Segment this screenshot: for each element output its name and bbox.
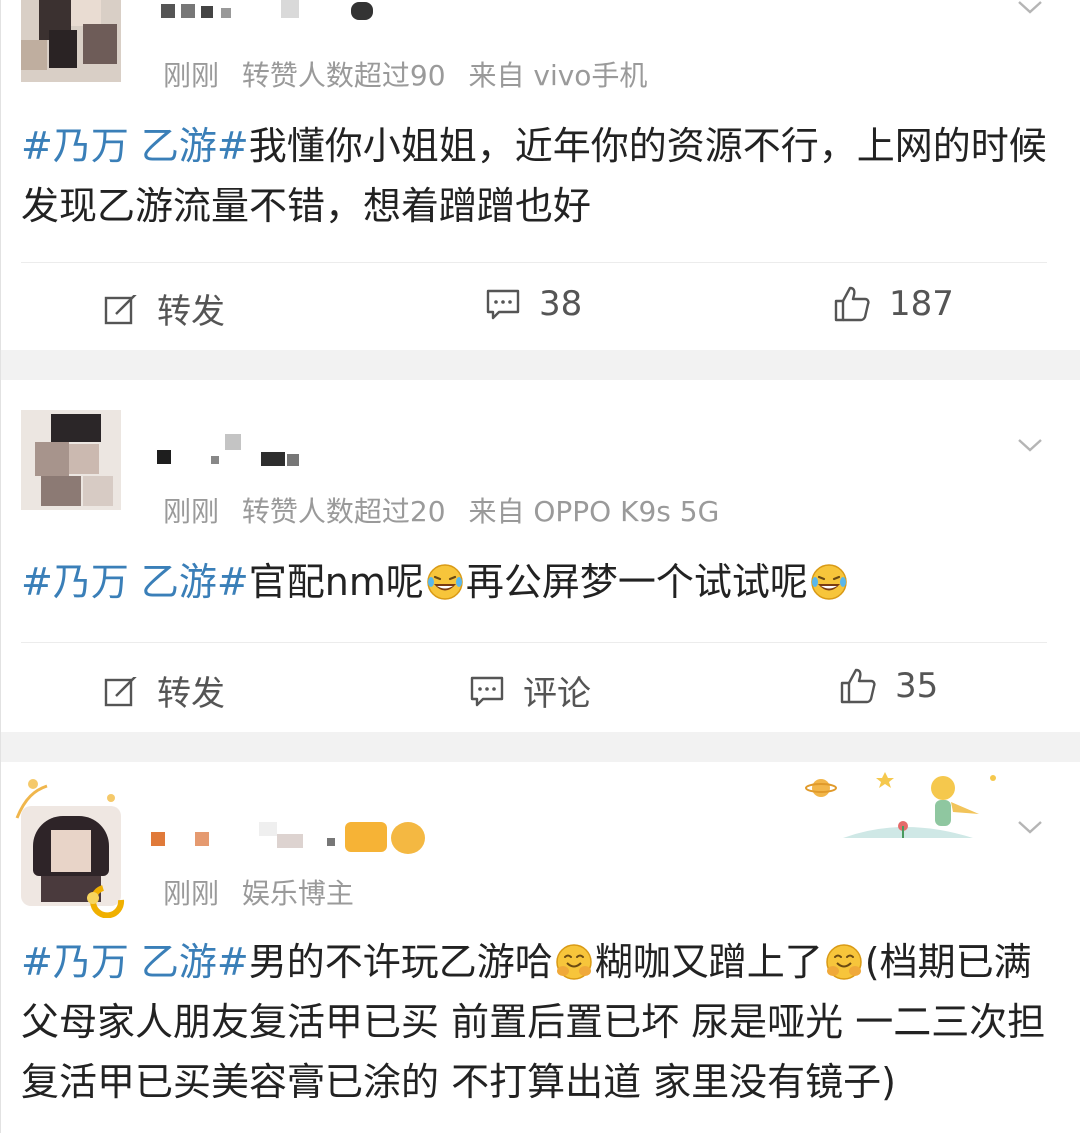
post-tag: 转赞人数超过90: [241, 59, 446, 92]
like-icon: [834, 286, 870, 322]
like-button[interactable]: 187: [833, 284, 954, 324]
repost-label: 转发: [157, 292, 225, 332]
post-time: 刚刚: [163, 59, 220, 92]
hugging-emoji: [826, 944, 862, 980]
hugging-emoji: [556, 944, 592, 980]
post-card: 刚刚 转赞人数超过90 来自 vivo手机 #乃万 乙游#我懂你小姐姐，近年你的…: [1, 0, 1080, 350]
post-text: 再公屏梦一个试试呢: [465, 560, 808, 604]
post-content: #乃万 乙游#男的不许玩乙游哈 糊咖又蹭上了 (档期已满 父母家人朋友复活甲已买…: [21, 932, 1051, 1112]
post-time: 刚刚: [163, 877, 220, 910]
watermark-fade: [1, 1102, 1080, 1133]
post-content: #乃万 乙游#官配nm呢 再公屏梦一个试试呢: [21, 552, 1051, 612]
topic-link[interactable]: #乃万 乙游#: [21, 560, 249, 604]
card-decoration-little-prince: [805, 772, 996, 838]
comment-button[interactable]: 38: [485, 284, 582, 324]
feed-separator: [1, 350, 1080, 380]
post-text: 糊咖又蹭上了: [594, 940, 823, 984]
chevron-down-icon[interactable]: [1017, 814, 1043, 840]
like-icon: [840, 668, 876, 704]
post-content: #乃万 乙游#我懂你小姐姐，近年你的资源不行，上网的时候发现乙游流量不错，想着蹭…: [21, 116, 1051, 236]
username-blurred[interactable]: [157, 432, 317, 466]
repost-label: 转发: [157, 674, 225, 714]
post-time: 刚刚: [163, 495, 220, 528]
topic-link[interactable]: #乃万 乙游#: [21, 940, 249, 984]
comment-icon: [486, 289, 520, 320]
avatar[interactable]: [21, 410, 121, 510]
post-source[interactable]: 来自 vivo手机: [468, 59, 647, 92]
repost-icon: [104, 291, 137, 324]
topic-link[interactable]: #乃万 乙游#: [21, 124, 249, 168]
post-meta: 刚刚 转赞人数超过90 来自 vivo手机: [163, 54, 661, 94]
post-meta: 刚刚 转赞人数超过20 来自 OPPO K9s 5G: [163, 490, 733, 530]
divider: [21, 262, 1047, 263]
post-tag: 娱乐博主: [241, 877, 354, 910]
like-count: 187: [889, 284, 954, 324]
repost-icon: [104, 673, 137, 706]
chevron-down-icon[interactable]: [1017, 0, 1043, 20]
laughing-tears-emoji: [427, 564, 463, 600]
repost-button[interactable]: 转发: [103, 666, 225, 715]
comment-icon: [470, 676, 504, 706]
feed-separator: [1, 732, 1080, 762]
post-text: 官配nm呢: [248, 560, 424, 604]
like-button[interactable]: 35: [839, 666, 938, 706]
repost-button[interactable]: 转发: [103, 284, 225, 333]
comment-button[interactable]: 评论: [469, 666, 591, 715]
username-blurred[interactable]: [161, 0, 391, 24]
like-count: 35: [895, 666, 939, 706]
chevron-down-icon[interactable]: [1017, 432, 1043, 458]
post-text: 男的不许玩乙游哈: [248, 940, 553, 984]
comment-label: 评论: [523, 674, 591, 714]
post-card: 刚刚 娱乐博主 #乃万 乙游#男的不许玩乙游哈 糊咖又蹭上了 (档期已满 父母家…: [1, 762, 1080, 1133]
weibo-feed: 刚刚 转赞人数超过90 来自 vivo手机 #乃万 乙游#我懂你小姐姐，近年你的…: [0, 0, 1080, 1133]
post-source[interactable]: 来自 OPPO K9s 5G: [468, 495, 719, 528]
post-meta: 刚刚 娱乐博主: [163, 872, 368, 912]
laughing-tears-emoji: [811, 564, 847, 600]
post-card: 刚刚 转赞人数超过20 来自 OPPO K9s 5G #乃万 乙游#官配nm呢 …: [1, 380, 1080, 732]
avatar[interactable]: [21, 0, 121, 82]
divider: [21, 642, 1047, 643]
avatar-frame-ornament: [15, 779, 125, 918]
username-blurred[interactable]: [151, 814, 441, 858]
post-tag: 转赞人数超过20: [241, 495, 446, 528]
comment-count: 38: [539, 284, 583, 324]
